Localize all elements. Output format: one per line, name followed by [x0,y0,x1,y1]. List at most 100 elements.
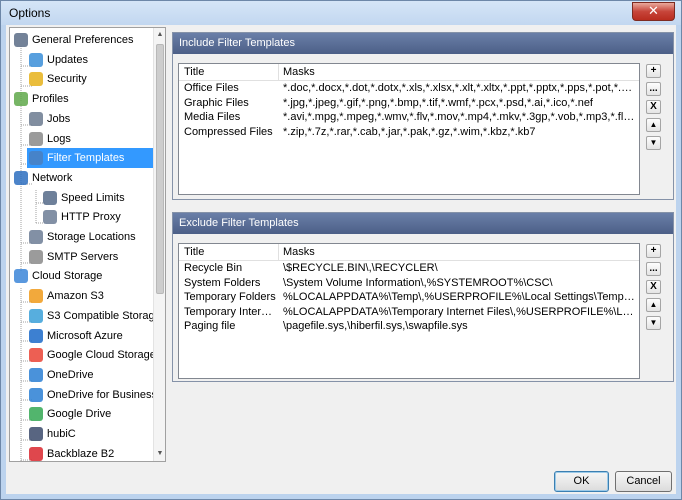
sidebar-item-security[interactable]: Security [10,69,154,89]
sidebar-item-label: HTTP Proxy [61,211,121,224]
ok-button[interactable]: OK [554,471,609,492]
table-row[interactable]: System Folders \System Volume Information… [179,276,639,291]
row-masks: %LOCALAPPDATA%\Temporary Internet Files\… [283,305,635,318]
sidebar-item-filter-templates[interactable]: Filter Templates [27,148,154,169]
scroll-thumb[interactable] [156,44,164,294]
column-divider[interactable] [278,64,279,81]
hubic-icon [29,427,43,441]
sidebar-item-label: OneDrive for Business [47,388,158,401]
exclude-filter-list[interactable]: Title Masks Recycle Bin \$RECYCLE.BIN\,\R… [178,243,640,379]
row-masks: %LOCALAPPDATA%\Temp\,%USERPROFILE%\Local… [283,291,635,304]
sidebar-item-onedrive-for-business[interactable]: OneDrive for Business [10,385,158,405]
include-filter-list[interactable]: Title Masks Office Files *.doc,*.docx,*.d… [178,63,640,195]
row-masks: *.jpg,*.jpeg,*.gif,*.png,*.bmp,*.tif,*.w… [283,96,593,109]
sidebar-item-jobs[interactable]: Jobs [10,109,154,129]
table-row[interactable]: Office Files *.doc,*.docx,*.dot,*.dotx,*.… [179,81,639,96]
include-move-down-button[interactable]: ▼ [646,136,661,150]
sidebar-item-label: Backblaze B2 [47,447,115,460]
table-row[interactable]: Temporary Folders %LOCALAPPDATA%\Temp\,%U… [179,290,639,305]
table-row[interactable]: Paging file \pagefile.sys,\hiberfil.sys,\… [179,319,639,334]
exclude-add-button[interactable]: + [646,244,661,258]
row-title: System Folders [184,276,261,289]
sidebar-item-onedrive[interactable]: OneDrive [10,365,154,385]
sidebar-item-label: Network [32,171,73,184]
exclude-list-header: Title Masks [179,244,639,261]
table-row[interactable]: Recycle Bin \$RECYCLE.BIN\,\RECYCLER\ [179,261,639,276]
sidebar-item-smtp-servers[interactable]: SMTP Servers [10,247,154,267]
table-row[interactable]: Media Files *.avi,*.mpg,*.mpeg,*.wmv,*.fl… [179,110,639,125]
storage-icon [29,230,43,244]
profiles-icon [14,92,28,107]
sidebar-item-label: Cloud Storage [32,270,103,283]
exclude-move-down-button[interactable]: ▼ [646,316,661,330]
cancel-button[interactable]: Cancel [615,471,672,492]
shield-icon [29,72,43,87]
sidebar-item-general-preferences[interactable]: General Preferences [10,30,154,50]
column-title-header[interactable]: Title [184,244,204,261]
include-rows: Office Files *.doc,*.docx,*.dot,*.dotx,*.… [179,81,639,139]
sidebar-item-label: Amazon S3 [47,290,104,303]
updates-icon [29,52,43,67]
include-list-header: Title Masks [179,64,639,81]
exclude-panel-body: Title Masks Recycle Bin \$RECYCLE.BIN\,\R… [173,234,673,381]
scroll-up-arrow-icon[interactable]: ▲ [154,28,165,42]
row-masks: \pagefile.sys,\hiberfil.sys,\swapfile.sy… [283,320,468,333]
exclude-delete-button[interactable]: X [646,280,661,294]
proxy-icon [43,210,57,225]
sidebar-item-logs[interactable]: Logs [10,129,154,149]
row-title: Compressed Files [184,125,273,138]
scroll-down-arrow-icon[interactable]: ▼ [154,447,165,461]
row-title: Office Files [184,82,239,94]
exclude-filter-panel: Exclude Filter Templates Title Masks Rec… [172,212,674,382]
sidebar-item-speed-limits[interactable]: Speed Limits [10,188,154,208]
column-masks-header[interactable]: Masks [283,244,315,261]
column-masks-header[interactable]: Masks [283,64,315,81]
tree-scrollbar[interactable]: ▲ ▼ [153,28,165,461]
sidebar-item-profiles[interactable]: Profiles [10,89,154,109]
sidebar-item-updates[interactable]: Updates [10,50,154,70]
include-panel-body: Title Masks Office Files *.doc,*.docx,*.d… [173,54,673,199]
include-move-up-button[interactable]: ▲ [646,118,661,132]
sidebar-item-storage-locations[interactable]: Storage Locations [10,227,154,247]
exclude-edit-button[interactable]: ... [646,262,661,276]
sidebar-item-label: OneDrive [47,368,94,381]
close-button[interactable]: ✕ [632,2,675,21]
row-masks: \$RECYCLE.BIN\,\RECYCLER\ [283,262,438,274]
column-title-header[interactable]: Title [184,64,204,81]
include-delete-button[interactable]: X [646,100,661,114]
cloud-icon [14,269,28,284]
table-row[interactable]: Temporary Internet F... %LOCALAPPDATA%\Te… [179,305,639,320]
exclude-rows: Recycle Bin \$RECYCLE.BIN\,\RECYCLER\ Syst… [179,261,639,334]
row-title: Temporary Internet F... [184,305,276,318]
sidebar-item-label: Security [47,73,87,86]
sidebar-item-label: Profiles [32,93,69,106]
logs-icon [29,131,43,146]
sidebar-item-http-proxy[interactable]: HTTP Proxy [10,207,154,227]
sidebar-item-microsoft-azure[interactable]: Microsoft Azure [10,326,154,346]
exclude-move-up-button[interactable]: ▲ [646,298,661,312]
sidebar-item-google-cloud-storage[interactable]: Google Cloud Storage [10,345,156,365]
row-title: Recycle Bin [184,262,243,274]
mail-icon [29,249,43,264]
google-drive-icon [29,407,43,422]
table-row[interactable]: Compressed Files *.zip,*.7z,*.rar,*.cab,*… [179,125,639,140]
sidebar-item-label: General Preferences [32,34,134,46]
include-edit-button[interactable]: ... [646,82,661,96]
table-row[interactable]: Graphic Files *.jpg,*.jpeg,*.gif,*.png,*.… [179,96,639,111]
sidebar-item-hubic[interactable]: hubiC [10,424,154,444]
title-bar[interactable]: Options ✕ [1,1,681,25]
sidebar-item-backblaze-b2[interactable]: Backblaze B2 [10,444,154,461]
sidebar-item-label: Storage Locations [47,231,136,243]
sidebar-item-network[interactable]: Network [10,168,154,188]
sidebar-item-cloud-storage[interactable]: Cloud Storage [10,266,154,286]
sidebar-item-google-drive[interactable]: Google Drive [10,404,154,424]
jobs-icon [29,111,43,126]
sidebar-item-amazon-s3[interactable]: Amazon S3 [10,286,154,306]
column-divider[interactable] [278,244,279,261]
sidebar-item-s3-compatible-storage[interactable]: S3 Compatible Storage [10,306,161,326]
include-add-button[interactable]: + [646,64,661,78]
sidebar-item-label: Speed Limits [61,191,125,204]
sidebar-item-label: Logs [47,132,71,145]
exclude-panel-header: Exclude Filter Templates [173,213,673,234]
amazon-s3-icon [29,289,43,304]
